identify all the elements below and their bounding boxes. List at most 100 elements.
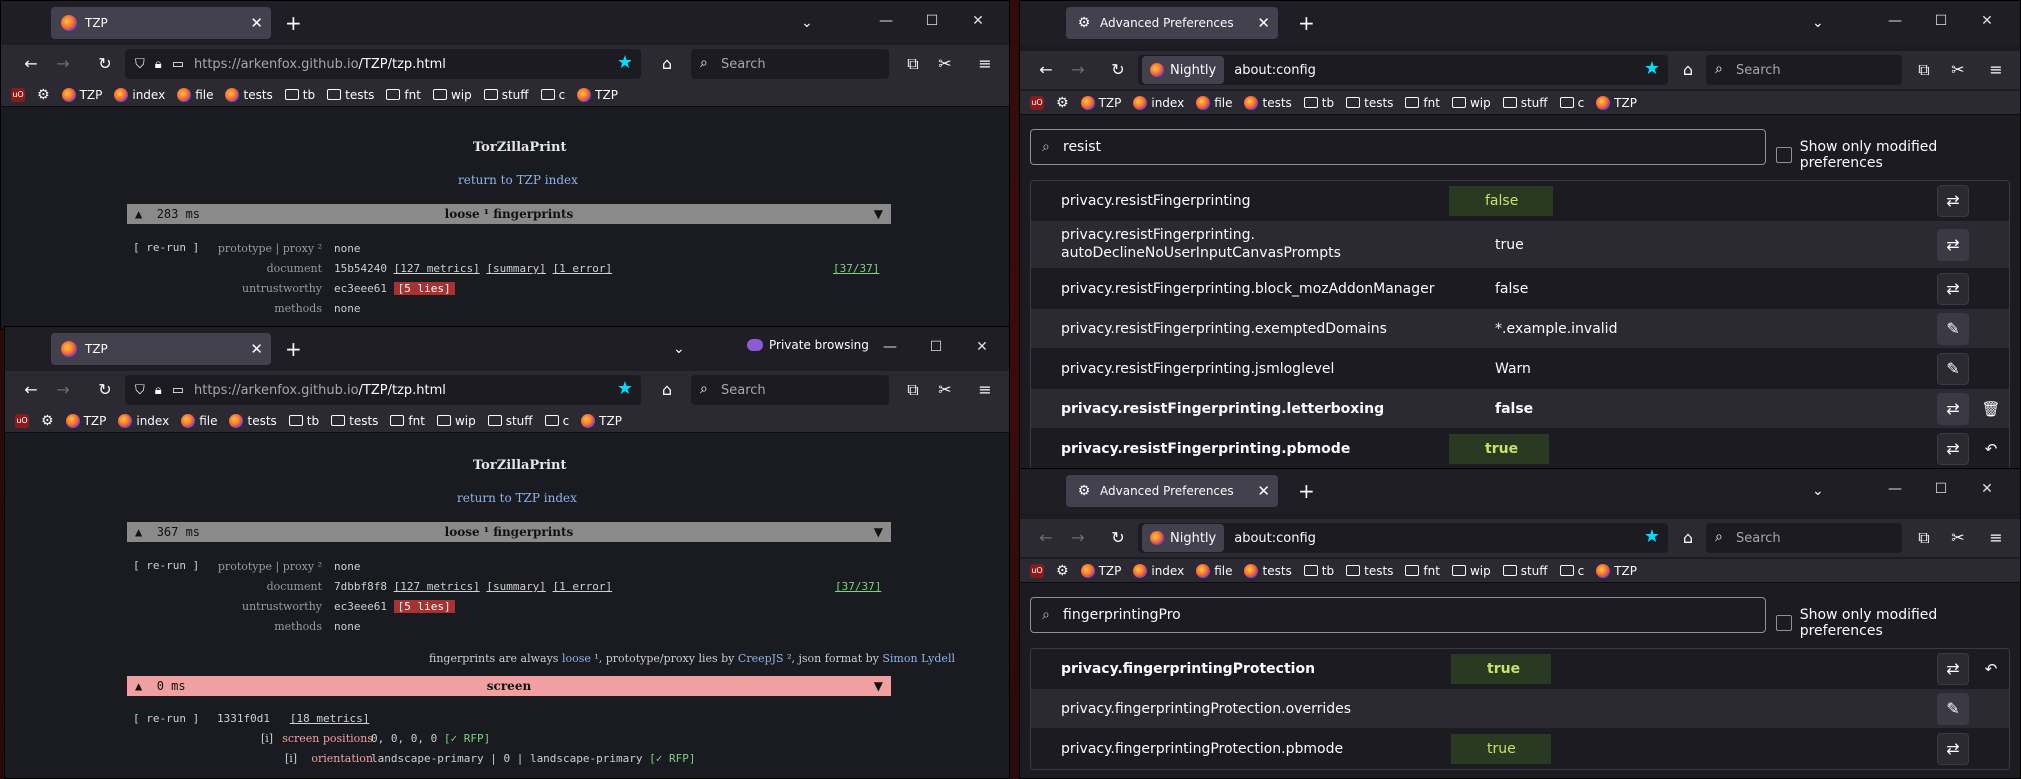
bookmark-folder[interactable]: c [544, 414, 569, 428]
search-box[interactable]: ⌕ Search [691, 49, 889, 79]
screen-metrics-link[interactable]: [18 metrics] [290, 712, 369, 725]
close-window-button[interactable]: ✕ [1978, 13, 1996, 29]
bookmark-folder[interactable]: stuff [483, 88, 529, 102]
toggle-icon[interactable]: ⇄ [1937, 272, 1969, 305]
pref-search-input[interactable]: ⌕ resist [1030, 129, 1766, 165]
bookmark-item[interactable]: tests [229, 413, 277, 428]
addon-icon[interactable]: ✂ [935, 380, 955, 399]
tab-advanced-preferences[interactable]: ⚙ Advanced Preferences ✕ [1066, 475, 1278, 507]
creepjs-link[interactable]: CreepJS [738, 652, 784, 665]
toggle-icon[interactable]: ⇄ [1937, 184, 1969, 217]
menu-icon[interactable]: ≡ [975, 380, 995, 399]
reset-icon[interactable]: ↶ [1979, 440, 2003, 458]
metrics-link[interactable]: [127 metrics] [394, 262, 480, 275]
extensions-icon[interactable]: ⧉ [903, 54, 923, 74]
checkbox-box[interactable] [1776, 147, 1792, 163]
bookmark-folder[interactable]: c [1559, 564, 1584, 578]
bookmark-folder[interactable]: fnt [386, 88, 421, 102]
minimize-button[interactable]: — [1886, 481, 1904, 497]
bookmark-item[interactable]: file [181, 413, 217, 428]
minimize-button[interactable]: — [881, 339, 899, 355]
bookmark-item[interactable]: tests [225, 87, 273, 102]
bookmark-ublock[interactable]: uO [11, 87, 25, 102]
forward-icon[interactable]: → [53, 380, 73, 399]
url-bar[interactable]: Nightly about:config ★ [1138, 523, 1668, 553]
home-icon[interactable]: ⌂ [1678, 528, 1698, 547]
menu-icon[interactable]: ≡ [1986, 60, 2006, 79]
shield-icon[interactable]: ⛉ [135, 383, 145, 398]
bookmark-item[interactable]: file [1196, 95, 1232, 110]
loose-link[interactable]: loose [562, 652, 591, 665]
settings-gear-icon[interactable]: ⚙ [1056, 95, 1069, 111]
lies-badge[interactable]: [5 lies] [393, 600, 455, 613]
lies-badge[interactable]: [5 lies] [393, 282, 455, 295]
bookmark-folder[interactable]: wip [1451, 564, 1491, 578]
back-icon[interactable]: ← [1036, 60, 1056, 79]
close-tab-icon[interactable]: ✕ [250, 14, 263, 32]
pref-row[interactable]: privacy.fingerprintingProtection.pbmode … [1031, 729, 2009, 769]
summary-link[interactable]: [summary] [486, 580, 546, 593]
tab-list-chevron-icon[interactable]: ⌄ [673, 339, 685, 359]
tab-list-chevron-icon[interactable]: ⌄ [801, 13, 813, 33]
close-window-button[interactable]: ✕ [1978, 481, 1996, 497]
pref-search-input[interactable]: ⌕ fingerprintingPro [1030, 597, 1766, 633]
nightly-identity-badge[interactable]: Nightly [1142, 56, 1225, 84]
reload-icon[interactable]: ↻ [1108, 528, 1128, 547]
show-modified-checkbox[interactable]: Show only modified preferences [1776, 607, 2020, 639]
edit-pencil-icon[interactable]: ✎ [1937, 352, 1969, 385]
bookmark-star-icon[interactable]: ★ [617, 378, 633, 399]
reload-icon[interactable]: ↻ [95, 380, 115, 399]
simon-lydell-link[interactable]: Simon Lydell [882, 652, 955, 665]
bookmark-folder[interactable]: wip [432, 88, 472, 102]
pref-row[interactable]: privacy.resistFingerprinting.letterboxin… [1031, 389, 2009, 429]
shield-icon[interactable]: ⛉ [135, 57, 145, 72]
close-window-button[interactable]: ✕ [969, 13, 987, 29]
bookmark-item[interactable]: TZP [581, 413, 622, 428]
tab-list-chevron-icon[interactable]: ⌄ [1812, 481, 1824, 501]
settings-gear-icon[interactable]: ⚙ [1056, 563, 1069, 579]
collapse-arrow-icon[interactable]: ▼ [874, 207, 883, 221]
toggle-icon[interactable]: ⇄ [1937, 392, 1969, 425]
maximize-button[interactable]: ☐ [923, 13, 941, 29]
tab-tzp[interactable]: TZP ✕ [51, 7, 271, 39]
bookmark-folder[interactable]: c [540, 88, 565, 102]
edit-pencil-icon[interactable]: ✎ [1937, 692, 1969, 725]
bookmark-ublock[interactable]: uO [1030, 563, 1044, 578]
close-window-button[interactable]: ✕ [973, 339, 991, 355]
error-link[interactable]: [1 error] [553, 262, 613, 275]
return-index-link[interactable]: return to TZP index [458, 173, 578, 187]
collapse-arrow-icon[interactable]: ▼ [874, 525, 883, 539]
bookmark-folder[interactable]: fnt [390, 414, 425, 428]
back-icon[interactable]: ← [21, 54, 41, 73]
pref-row[interactable]: privacy.fingerprintingProtection true ⇄ … [1031, 649, 2009, 689]
maximize-button[interactable]: ☐ [927, 339, 945, 355]
bookmark-item[interactable]: TZP [1080, 563, 1121, 578]
toggle-icon[interactable]: ⇄ [1937, 432, 1969, 465]
metrics-link[interactable]: [127 metrics] [394, 580, 480, 593]
extensions-icon[interactable]: ⧉ [903, 380, 923, 400]
close-tab-icon[interactable]: ✕ [1257, 482, 1270, 500]
search-box[interactable]: ⌕ Search [691, 375, 889, 405]
summary-link[interactable]: [summary] [486, 262, 546, 275]
pref-row[interactable]: privacy.resistFingerprinting.jsmloglevel… [1031, 349, 2009, 389]
extensions-icon[interactable]: ⧉ [1914, 60, 1934, 80]
bookmark-item[interactable]: tests [1244, 95, 1292, 110]
new-tab-button[interactable]: + [1298, 13, 1315, 33]
show-modified-checkbox[interactable]: Show only modified preferences [1776, 139, 2020, 171]
bookmark-folder[interactable]: tests [1346, 96, 1393, 110]
return-index-link[interactable]: return to TZP index [457, 491, 577, 505]
bookmark-folder[interactable]: tb [284, 88, 315, 102]
bookmark-item[interactable]: TZP [1596, 563, 1637, 578]
screen-rerun-button[interactable]: [ re-run ] [133, 712, 199, 725]
error-link[interactable]: [1 error] [553, 580, 613, 593]
bookmark-folder[interactable]: tests [327, 88, 374, 102]
reload-icon[interactable]: ↻ [1108, 60, 1128, 79]
new-tab-button[interactable]: + [285, 13, 302, 33]
tab-advanced-preferences[interactable]: ⚙ Advanced Preferences ✕ [1066, 7, 1278, 39]
bookmark-folder[interactable]: stuff [1502, 564, 1548, 578]
checkbox-box[interactable] [1776, 615, 1792, 631]
section-header-screen[interactable]: ▲ 0 ms screen ▼ [127, 676, 891, 696]
bookmark-item[interactable]: TZP [1596, 95, 1637, 110]
edit-pencil-icon[interactable]: ✎ [1937, 312, 1969, 345]
addon-icon[interactable]: ✂ [935, 54, 955, 73]
